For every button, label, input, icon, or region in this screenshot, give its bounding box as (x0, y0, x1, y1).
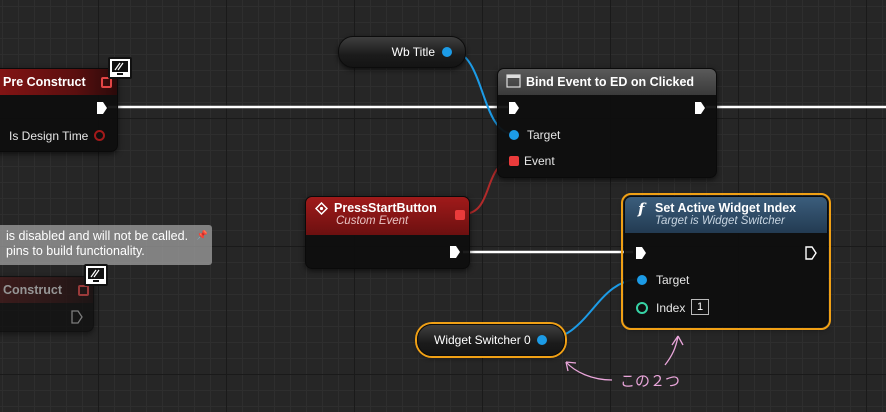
pre-construct-node[interactable]: Pre Construct Is Design Time (0, 68, 118, 152)
delegate-output-pin[interactable] (455, 210, 465, 220)
index-pin[interactable] (636, 302, 648, 314)
monitor-icon (84, 264, 108, 286)
exec-out-pin[interactable] (97, 102, 107, 114)
bind-event-header: Bind Event to ED on Clicked (498, 69, 716, 95)
set-active-subtitle: Target is Widget Switcher (655, 215, 785, 227)
exec-in-pin[interactable] (636, 247, 646, 259)
function-icon: f (638, 200, 645, 218)
index-value-field[interactable]: 1 (691, 299, 709, 315)
target-label: Target (656, 273, 690, 287)
widget-switcher-label: Widget Switcher 0 (434, 333, 531, 347)
is-design-time-label: Is Design Time (9, 129, 89, 143)
wb-title-variable[interactable]: Wb Title (338, 36, 466, 68)
press-start-title: PressStartButton (334, 201, 437, 215)
construct-node-disabled[interactable]: Construct (0, 276, 94, 332)
pin-icon[interactable]: 📌 (197, 228, 208, 243)
annotation-text: この２つ (620, 373, 681, 390)
pre-construct-header: Pre Construct (0, 69, 117, 95)
bind-event-node[interactable]: Bind Event to ED on Clicked Target Event (497, 68, 717, 178)
event-icon (315, 202, 328, 215)
press-start-event-node[interactable]: PressStartButton Custom Event (305, 196, 470, 269)
comment-line-2: pins to build functionality. (6, 244, 145, 258)
target-pin[interactable] (509, 130, 519, 140)
is-design-time-pin[interactable] (94, 130, 105, 141)
comment-line-1: is disabled and will not be called. (6, 229, 189, 243)
wb-title-output-pin[interactable] (442, 47, 452, 57)
set-active-header: f Set Active Widget Index Target is Widg… (625, 197, 827, 233)
construct-header: Construct (0, 277, 93, 303)
set-active-title: Set Active Widget Index (655, 201, 797, 215)
event-label: Event (524, 154, 555, 168)
construct-title: Construct (3, 283, 63, 297)
target-pin[interactable] (637, 275, 647, 285)
wb-title-label: Wb Title (391, 45, 435, 59)
exec-out-pin-hollow[interactable] (71, 310, 83, 324)
target-label: Target (527, 128, 561, 142)
disabled-comment: is disabled and will not be called. pins… (0, 225, 212, 265)
bind-event-title: Bind Event to ED on Clicked (526, 75, 695, 89)
pre-construct-title: Pre Construct (3, 75, 86, 89)
event-pin[interactable] (509, 156, 519, 166)
widget-switcher-variable[interactable]: Widget Switcher 0 (417, 324, 565, 356)
exec-out-pin[interactable] (695, 102, 705, 114)
monitor-icon (108, 57, 132, 79)
index-label: Index (656, 301, 686, 315)
press-start-subtitle: Custom Event (336, 215, 409, 227)
set-active-widget-index-node[interactable]: f Set Active Widget Index Target is Widg… (621, 193, 831, 330)
exec-out-pin[interactable] (805, 246, 817, 260)
annotation-arrow-right (664, 335, 679, 366)
press-start-header: PressStartButton Custom Event (306, 197, 469, 235)
exec-in-pin[interactable] (509, 102, 519, 114)
exec-out-pin[interactable] (450, 246, 460, 258)
annotation-arrow-left (565, 361, 613, 381)
widget-switcher-output-pin[interactable] (537, 335, 547, 345)
bind-event-icon (506, 74, 521, 88)
